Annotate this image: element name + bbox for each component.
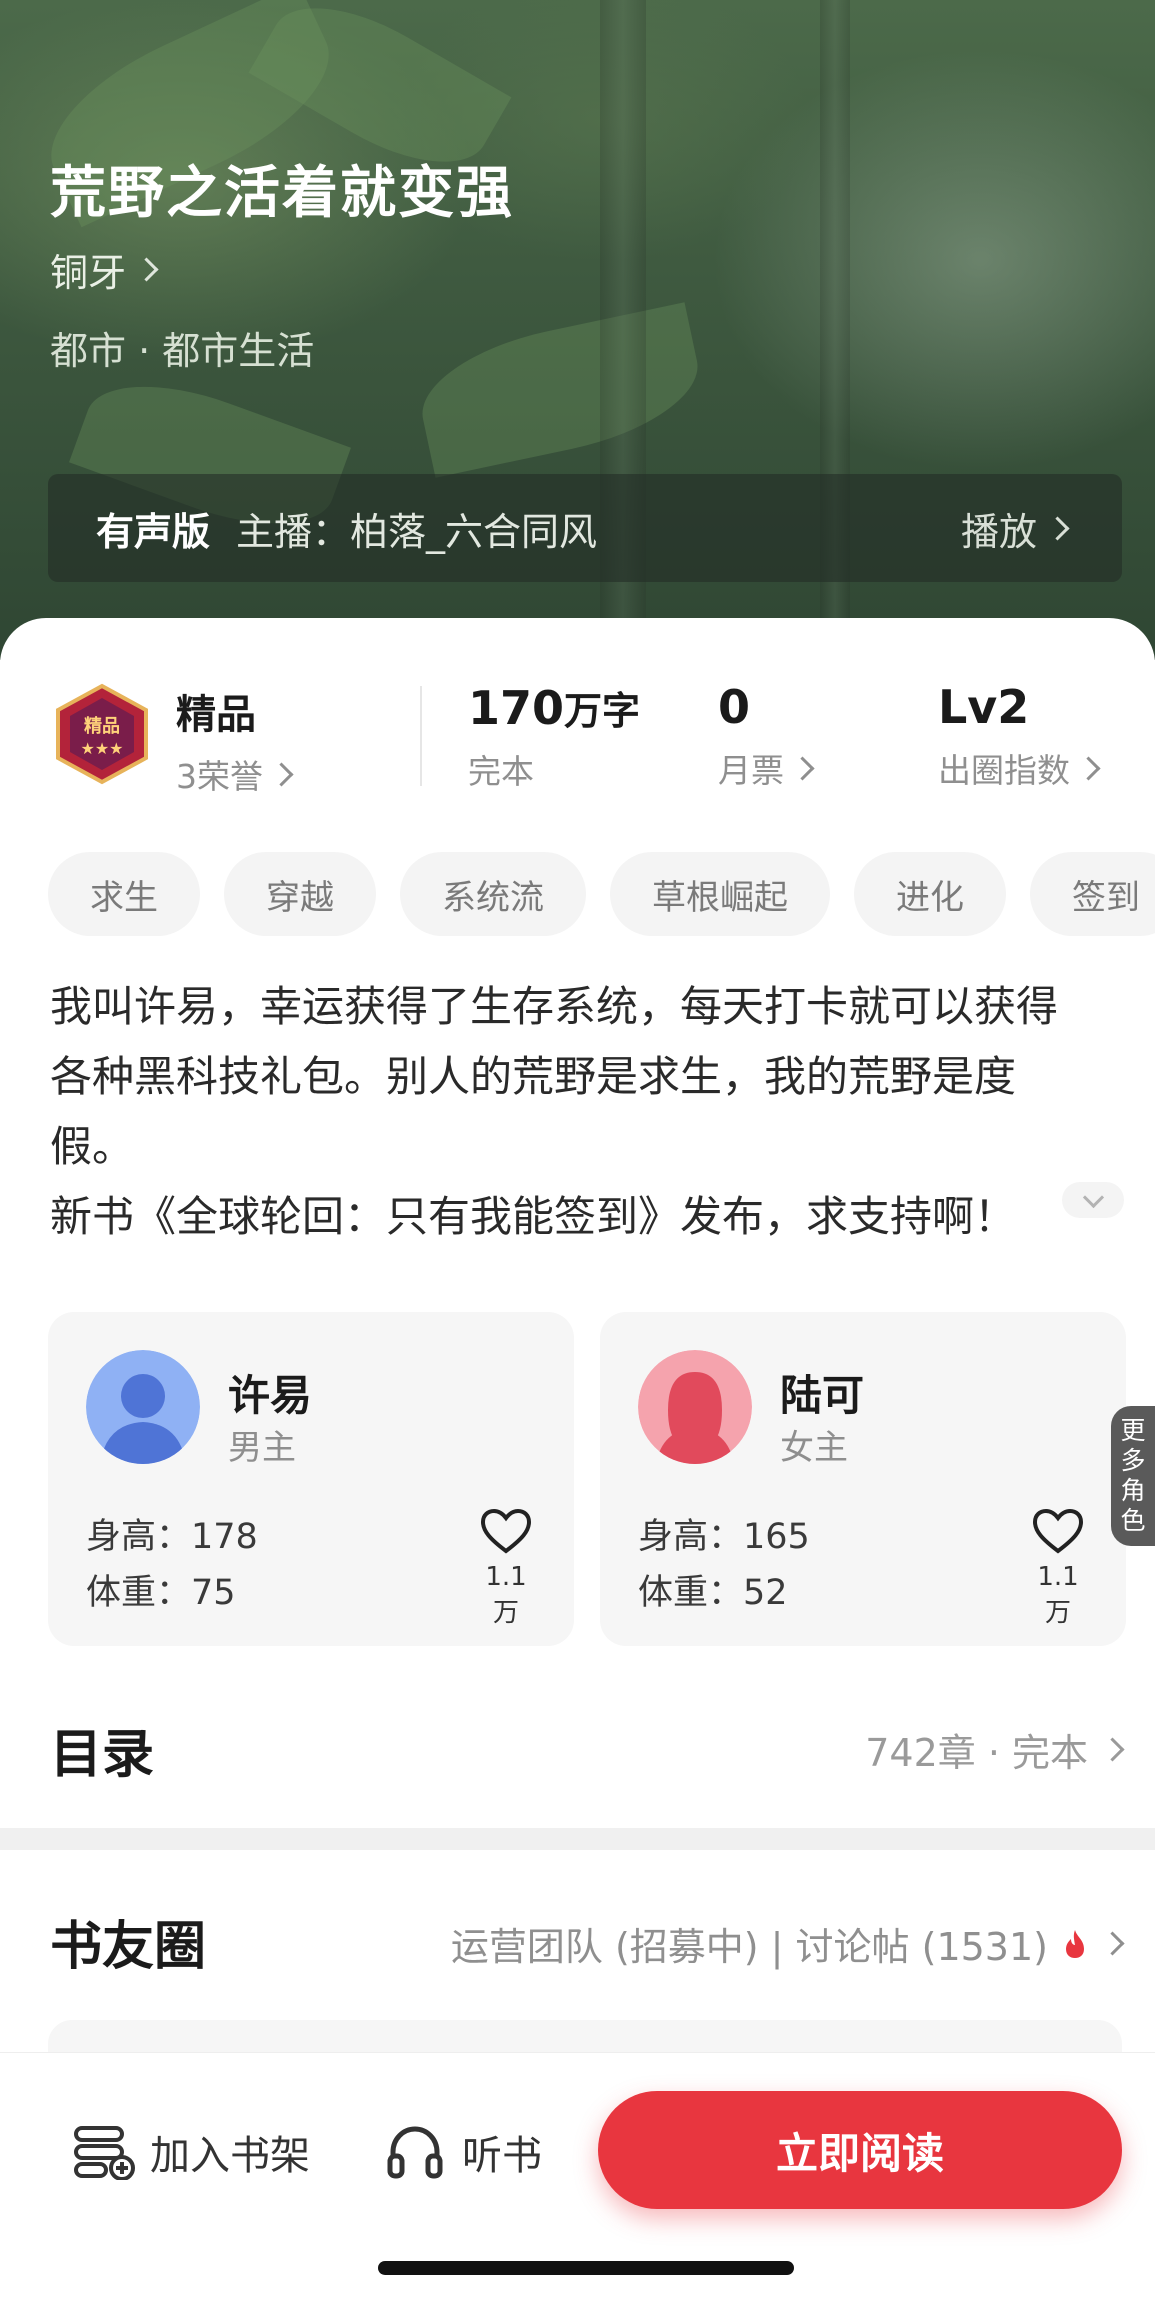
svg-text:★★★: ★★★ [80, 739, 123, 758]
bottom-action-bar: 加入书架 听书 立即阅读 [0, 2052, 1155, 2303]
role-type: 女主 [780, 1428, 848, 1468]
role-height: 身高：165 [638, 1517, 810, 1557]
expand-description-button[interactable] [1062, 1182, 1124, 1218]
tag-pill[interactable]: 穿越 [224, 852, 376, 936]
more-roles-char: 多 [1120, 1446, 1146, 1475]
tag-pill[interactable]: 系统流 [400, 852, 586, 936]
author-link[interactable]: 铜牙 [50, 242, 159, 297]
book-circle-link[interactable]: 运营团队 (招募中) | 讨论帖 (1531) [450, 1916, 1125, 1971]
popularity-stat[interactable]: Lv2 出圈指数 [938, 680, 1101, 792]
heart-icon [1032, 1508, 1084, 1554]
author-name: 铜牙 [50, 251, 127, 295]
like-button[interactable]: 1.1万 [476, 1508, 536, 1629]
male-avatar-icon [86, 1350, 200, 1464]
fire-icon [1066, 1929, 1084, 1958]
listen-label: 听书 [462, 2133, 542, 2179]
add-shelf-label: 加入书架 [150, 2133, 310, 2179]
play-button[interactable]: 播放 [960, 501, 1070, 556]
description-line: 假。 [50, 1122, 135, 1171]
chevron-right-icon [1100, 1737, 1125, 1762]
heart-icon [480, 1508, 532, 1554]
chevron-down-icon [1082, 1186, 1104, 1208]
more-roles-button[interactable]: 更 多 角 色 [1111, 1406, 1155, 1546]
avatar [638, 1350, 752, 1464]
audio-tag: 有声版 [96, 509, 211, 554]
tag-pill[interactable]: 求生 [48, 852, 200, 936]
quality-label: 精品 [176, 692, 256, 738]
premium-badge-icon: 精品 ★★★ [56, 683, 148, 785]
tag-list: 求生 穿越 系统流 草根崛起 进化 签到 [48, 852, 1155, 936]
add-to-shelf-button[interactable]: 加入书架 [72, 2123, 310, 2181]
book-status: 完本 [468, 752, 534, 791]
role-weight: 体重：52 [638, 1573, 788, 1613]
circle-info: 运营团队 (招募中) | 讨论帖 (1531) [450, 1925, 1048, 1969]
female-avatar-icon [638, 1350, 752, 1464]
ticket-count: 0 [718, 680, 751, 734]
book-description: 我叫许易，幸运获得了生存系统，每天打卡就可以获得 各种黑科技礼包。别人的荒野是求… [50, 972, 1120, 1252]
chapter-info: 742章 · 完本 [865, 1731, 1088, 1775]
monthly-ticket-stat[interactable]: 0 月票 [718, 680, 815, 792]
audio-anchor: 主播：柏落_六合同风 [236, 509, 598, 554]
tag-pill[interactable]: 进化 [854, 852, 1006, 936]
like-button[interactable]: 1.1万 [1028, 1508, 1088, 1629]
book-title: 荒野之活着就变强 [50, 161, 514, 226]
chevron-right-icon [1100, 1931, 1125, 1956]
chevron-right-icon [269, 761, 294, 787]
listen-button[interactable]: 听书 [386, 2123, 542, 2181]
more-roles-char: 色 [1120, 1506, 1146, 1535]
description-line: 我叫许易，幸运获得了生存系统，每天打卡就可以获得 [50, 982, 1059, 1031]
level-value: Lv2 [938, 680, 1030, 734]
like-count: 1.1万 [1037, 1562, 1079, 1628]
play-label: 播放 [960, 509, 1037, 554]
level-label: 出圈指数 [938, 751, 1070, 790]
chevron-right-icon [1076, 755, 1101, 781]
description-line: 新书《全球轮回：只有我能签到》发布，求支持啊！ [50, 1192, 1017, 1241]
toc-title: 目录 [50, 1725, 155, 1785]
description-line: 各种黑科技礼包。别人的荒野是求生，我的荒野是度 [50, 1052, 1017, 1101]
toc-link[interactable]: 742章 · 完本 [865, 1722, 1125, 1777]
avatar [86, 1350, 200, 1464]
role-height: 身高：178 [86, 1517, 258, 1557]
quality-stat[interactable]: 精品 3荣誉 [176, 682, 294, 798]
word-count-unit: 万字 [564, 689, 641, 733]
stat-divider [420, 686, 422, 786]
like-count: 1.1万 [485, 1562, 527, 1628]
word-count-value: 170 [468, 681, 565, 735]
tag-pill[interactable]: 草根崛起 [610, 852, 830, 936]
role-name: 许易 [228, 1371, 313, 1420]
role-weight: 体重：75 [86, 1573, 236, 1613]
more-roles-char: 更 [1120, 1416, 1146, 1445]
role-card[interactable]: 许易 男主 身高：178 体重：75 1.1万 [48, 1312, 574, 1646]
headphones-icon [387, 2126, 443, 2179]
role-card[interactable]: 陆可 女主 身高：165 体重：52 1.1万 [600, 1312, 1126, 1646]
more-roles-char: 角 [1120, 1476, 1146, 1505]
leaf-decoration [410, 302, 710, 478]
add-shelf-icon [74, 2126, 135, 2180]
role-name: 陆可 [780, 1371, 865, 1420]
read-now-button[interactable]: 立即阅读 [598, 2091, 1122, 2209]
ticket-label: 月票 [718, 751, 784, 790]
home-indicator[interactable] [378, 2261, 794, 2275]
svg-text:精品: 精品 [84, 715, 120, 737]
section-divider [0, 1828, 1155, 1850]
role-type: 男主 [228, 1428, 296, 1468]
book-genre: 都市 · 都市生活 [50, 329, 315, 373]
chevron-right-icon [134, 257, 159, 282]
chevron-right-icon [790, 755, 815, 781]
word-count-stat: 170万字 完本 [468, 680, 640, 793]
audio-version-bar[interactable]: 有声版 主播：柏落_六合同风 播放 [48, 474, 1122, 582]
honor-count: 3荣誉 [176, 757, 263, 796]
tag-pill[interactable]: 签到 [1030, 852, 1155, 936]
chevron-right-icon [1045, 515, 1070, 541]
book-circle-title: 书友圈 [50, 1917, 207, 1977]
